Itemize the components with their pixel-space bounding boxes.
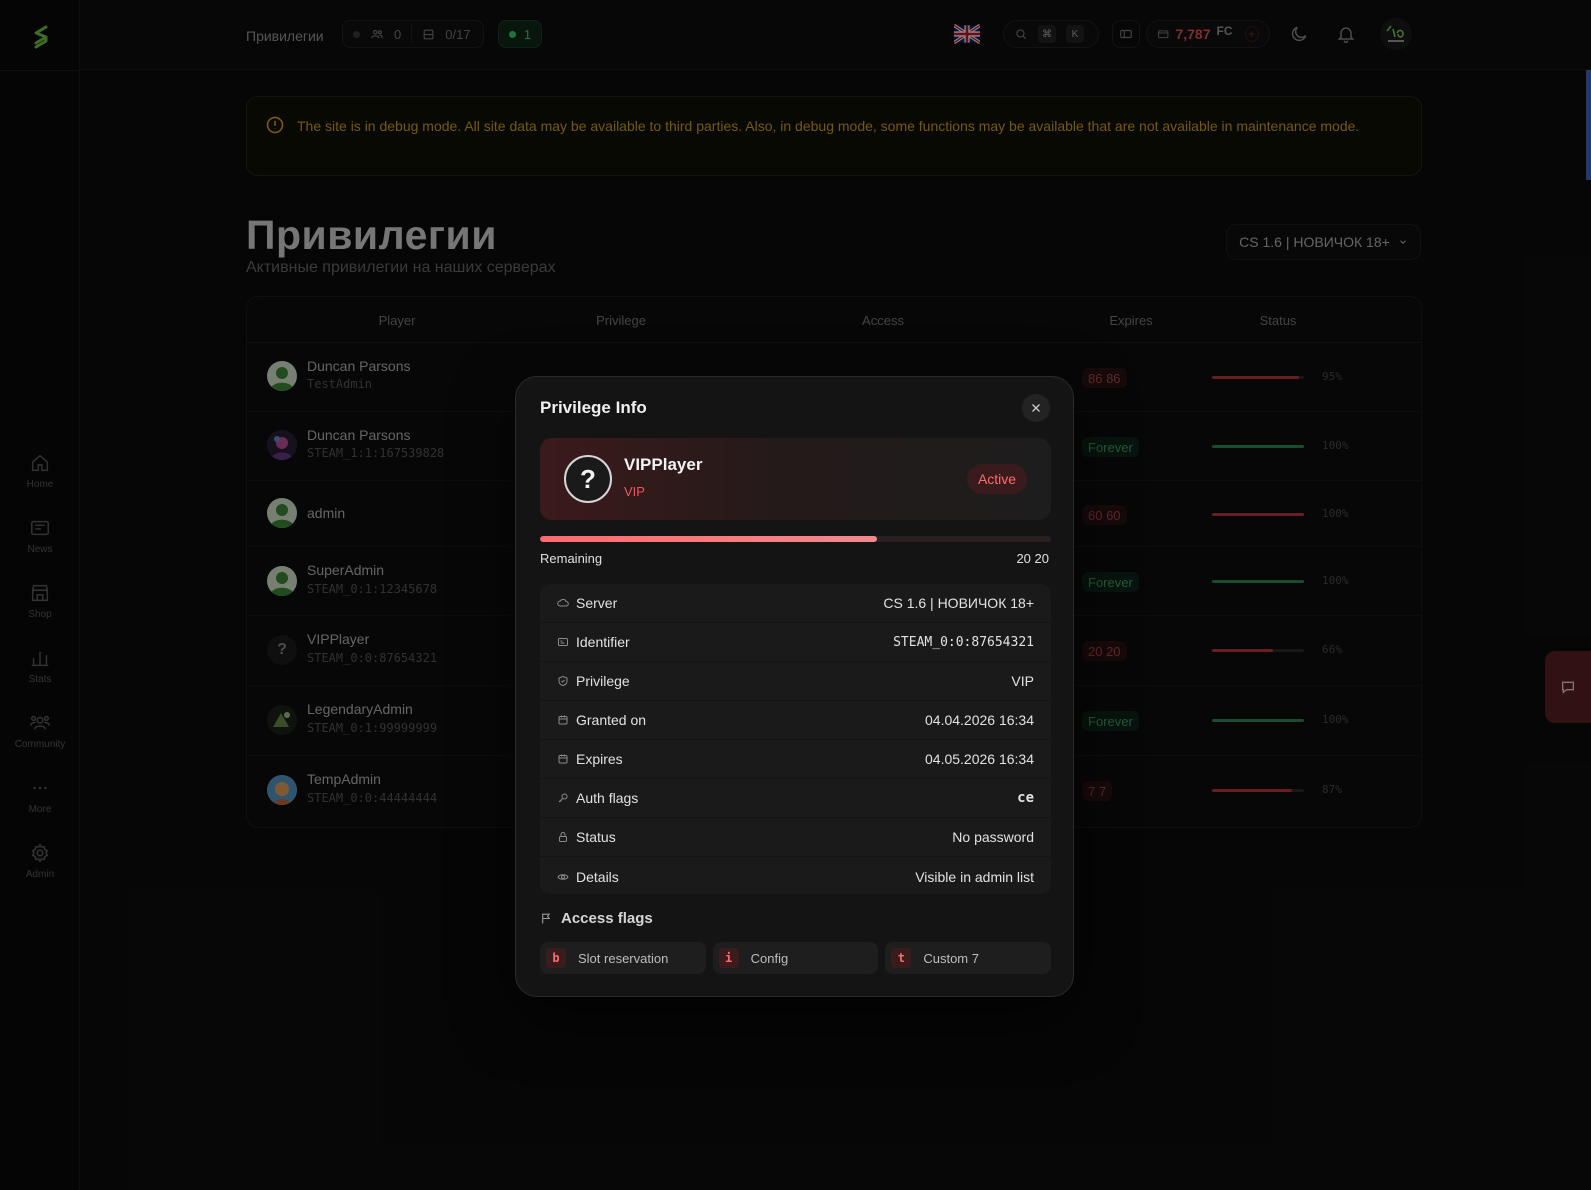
info-key: Privilege (576, 673, 630, 689)
flag-icon (542, 913, 551, 924)
access-flag-chip: t Custom 7 (885, 942, 1052, 974)
info-key: Identifier (576, 634, 630, 650)
close-button[interactable] (1022, 394, 1050, 422)
info-row-status: Status No password (540, 818, 1051, 857)
info-value: 04.05.2026 16:34 (925, 751, 1034, 767)
access-flags-title: Access flags (540, 910, 653, 927)
server-icon (557, 598, 569, 607)
eye-icon (557, 873, 569, 880)
shield-icon (558, 675, 568, 687)
calendar-icon (558, 715, 568, 725)
close-icon (1032, 404, 1040, 412)
info-value: ce (1017, 790, 1034, 806)
calendar-icon (558, 754, 568, 764)
info-row-details: Details Visible in admin list (540, 857, 1051, 894)
flag-letter: b (546, 948, 566, 968)
info-value: VIP (1011, 673, 1034, 689)
info-row-privilege: Privilege VIP (540, 662, 1051, 701)
info-key: Granted on (576, 712, 647, 728)
privilege-card: ? VIPPlayer VIP Active (540, 438, 1051, 520)
remaining-progress-fill (540, 536, 878, 542)
player-avatar: ? (564, 455, 612, 503)
privilege-info-modal: Privilege Info ? VIPPlayer VIP Active Re… (515, 376, 1074, 997)
info-key: Expires (576, 751, 623, 767)
flag-label: Custom 7 (923, 950, 979, 966)
access-flags-list: b Slot reservation i Config t Custom 7 (540, 942, 1052, 974)
remaining-value: 20 20 (1016, 551, 1049, 566)
access-flag-chip: i Config (712, 942, 879, 974)
access-flags-label: Access flags (561, 910, 653, 927)
flag-label: Config (750, 950, 789, 966)
info-key: Server (576, 595, 618, 611)
player-name: VIPPlayer (624, 455, 703, 474)
privilege-details: Server CS 1.6 | НОВИЧОК 18+ Identifier S… (540, 584, 1051, 894)
remaining-progress (540, 536, 1051, 542)
status-badge: Active (967, 464, 1027, 494)
id-card-icon (558, 638, 568, 646)
info-key: Status (576, 829, 616, 845)
modal-title: Privilege Info (540, 398, 647, 417)
info-value: 04.04.2026 16:34 (925, 712, 1034, 728)
info-value: Visible in admin list (915, 868, 1034, 885)
lock-icon (559, 832, 567, 842)
info-row-auth-flags: Auth flags ce (540, 779, 1051, 818)
info-key: Details (576, 868, 619, 885)
info-value: No password (952, 829, 1034, 845)
info-row-granted: Granted on 04.04.2026 16:34 (540, 701, 1051, 740)
info-value: STEAM_0:0:87654321 (893, 634, 1034, 650)
flag-letter: i (718, 948, 739, 968)
info-value: CS 1.6 | НОВИЧОК 18+ (883, 595, 1034, 611)
privilege-group: VIP (624, 484, 645, 499)
info-row-server: Server CS 1.6 | НОВИЧОК 18+ (540, 584, 1051, 623)
flag-letter: t (891, 948, 912, 968)
access-flag-chip: b Slot reservation (540, 942, 706, 974)
key-icon (558, 793, 568, 803)
info-row-expires: Expires 04.05.2026 16:34 (540, 740, 1051, 779)
flag-label: Slot reservation (578, 950, 669, 966)
info-row-identifier: Identifier STEAM_0:0:87654321 (540, 623, 1051, 662)
remaining-label: Remaining (540, 551, 603, 566)
info-key: Auth flags (576, 790, 639, 806)
